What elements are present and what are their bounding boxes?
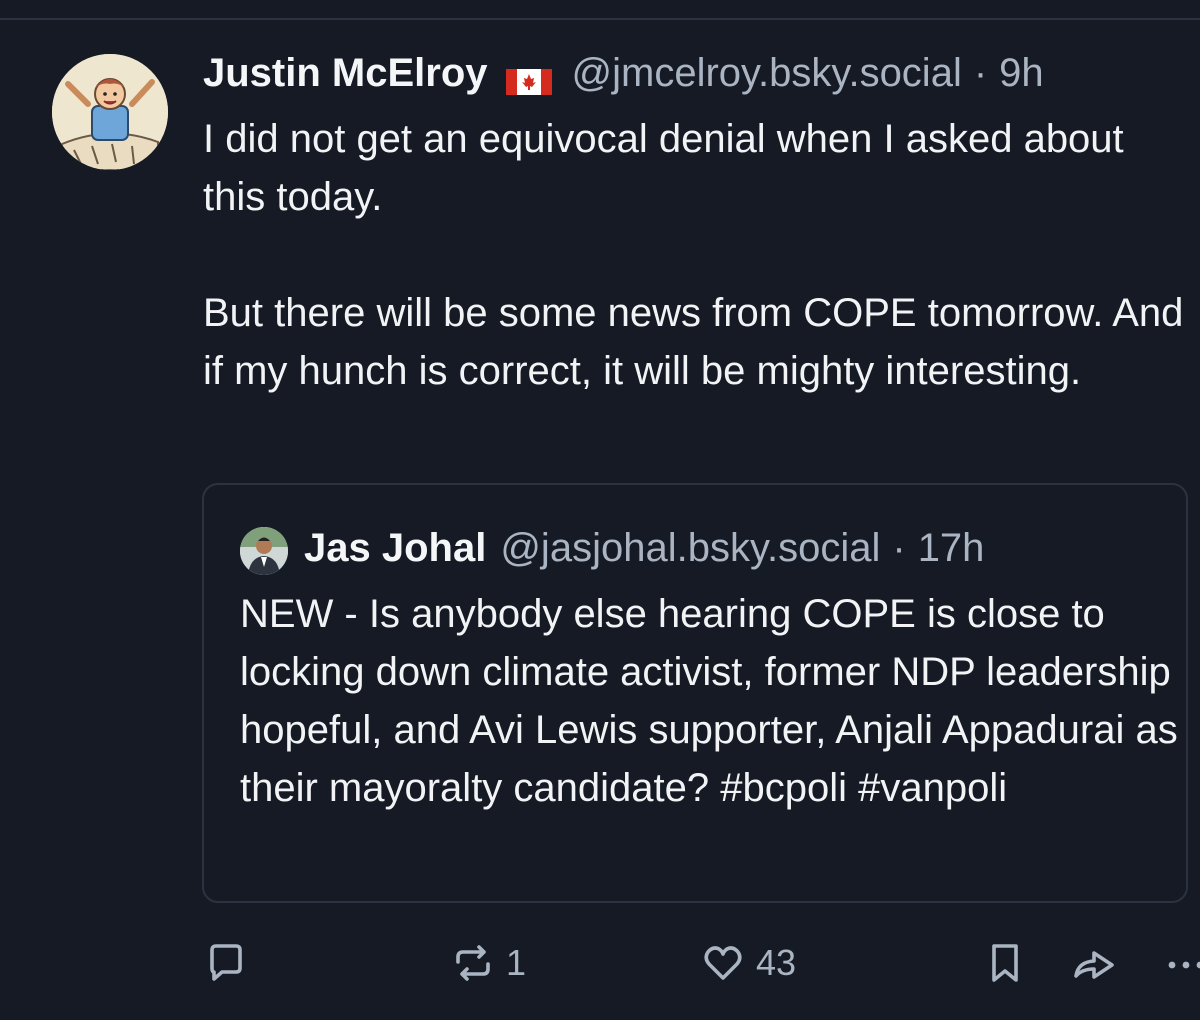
author-avatar[interactable] xyxy=(52,54,168,170)
reply-icon xyxy=(210,944,242,981)
quoted-post-header: Jas Johal @jasjohal.bsky.social · 17h xyxy=(304,523,1174,573)
quoted-post-card[interactable]: Jas Johal @jasjohal.bsky.social · 17h NE… xyxy=(202,483,1188,903)
quoted-header-separator: · xyxy=(892,525,906,570)
post-paragraph: But there will be some news from COPE to… xyxy=(203,291,1184,393)
heart-icon xyxy=(704,946,742,980)
canada-flag-icon xyxy=(505,60,552,95)
more-options-button[interactable] xyxy=(1164,938,1200,988)
post-paragraph: I did not get an equivocal denial when I… xyxy=(203,117,1124,219)
repost-count: 1 xyxy=(506,942,527,983)
reply-button[interactable] xyxy=(203,938,249,988)
quoted-author-avatar[interactable] xyxy=(240,527,288,575)
author-name[interactable]: Justin McElroy xyxy=(203,51,488,96)
repost-button[interactable]: 1 xyxy=(450,938,526,988)
person-avatar-icon xyxy=(240,527,288,575)
post-body: I did not get an equivocal denial when I… xyxy=(203,110,1188,400)
author-handle[interactable]: @jmcelroy.bsky.social xyxy=(572,51,962,96)
more-icon xyxy=(1168,961,1200,969)
post-header: Justin McElroy @jmcelroy.bsky.social · 9… xyxy=(203,48,1183,98)
post-timestamp[interactable]: 9h xyxy=(999,51,1044,96)
share-button[interactable] xyxy=(1070,938,1120,988)
quoted-post-timestamp[interactable]: 17h xyxy=(918,526,985,571)
like-button[interactable]: 43 xyxy=(700,938,796,988)
top-divider xyxy=(0,18,1200,20)
cartoon-avatar-icon xyxy=(52,54,168,170)
bookmark-button[interactable] xyxy=(982,938,1028,988)
bookmark-icon xyxy=(992,944,1018,982)
header-separator: · xyxy=(973,50,988,95)
like-count: 43 xyxy=(756,942,797,983)
quoted-post-body: NEW - Is anybody else hearing COPE is cl… xyxy=(240,592,1178,810)
repost-icon xyxy=(456,945,490,981)
quoted-author-name[interactable]: Jas Johal xyxy=(304,526,486,571)
quoted-author-handle[interactable]: @jasjohal.bsky.social xyxy=(500,526,880,571)
share-icon xyxy=(1074,951,1114,979)
